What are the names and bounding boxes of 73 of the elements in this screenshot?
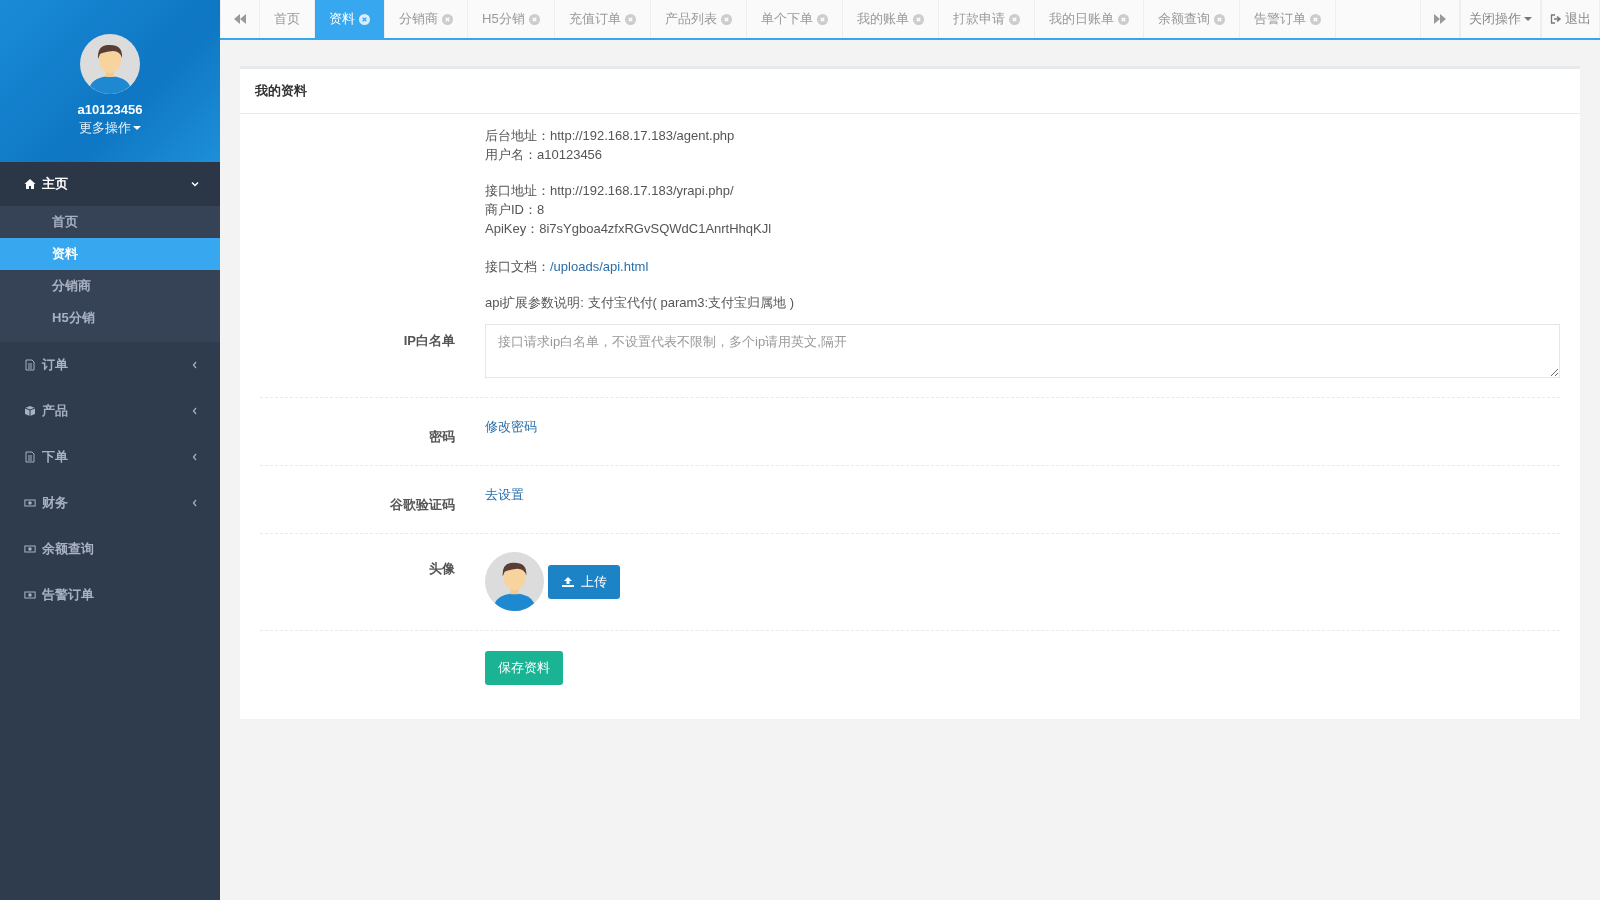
sign-out-icon	[1550, 13, 1562, 25]
document-icon	[24, 451, 36, 463]
tab[interactable]: 单个下单	[746, 0, 843, 38]
close-icon[interactable]	[528, 13, 540, 25]
field-label: IP白名单	[402, 332, 455, 350]
tab[interactable]: 余额查询	[1143, 0, 1240, 38]
tab[interactable]: 打款申请	[938, 0, 1035, 38]
tab[interactable]: 告警订单	[1239, 0, 1336, 38]
change-password-link[interactable]: 修改密码	[485, 418, 537, 436]
api-doc-link[interactable]: /uploads/api.html	[550, 257, 649, 276]
avatar-icon	[80, 34, 140, 94]
card-title: 我的资料	[240, 69, 1580, 114]
document-icon	[24, 359, 36, 371]
nav-item[interactable]: 订单	[0, 342, 220, 388]
ip-whitelist-field[interactable]: 接口请求ip白名单，不设置代表不限制，多个ip请用英文,隔开	[485, 324, 1560, 378]
close-icon[interactable]	[912, 13, 924, 25]
tab[interactable]: 分销商	[385, 0, 468, 38]
cube-icon	[24, 405, 36, 417]
nav-item[interactable]: 产品	[0, 388, 220, 434]
setup-link[interactable]: 去设置	[485, 486, 524, 504]
caret-icon	[133, 126, 141, 130]
info-line: 接口文档：/uploads/api.html	[485, 256, 649, 276]
close-icon[interactable]	[1309, 13, 1321, 25]
nav-item[interactable]: 告警订单	[0, 572, 220, 618]
scroll-right-button[interactable]	[1420, 0, 1460, 38]
more-actions-dropdown[interactable]: 更多操作	[79, 117, 141, 139]
close-icon[interactable]	[359, 13, 370, 25]
close-actions-dropdown[interactable]: 关闭操作	[1460, 0, 1541, 38]
close-icon[interactable]	[1213, 13, 1225, 25]
money-icon	[24, 589, 36, 601]
info-line: 后台地址：http://192.168.17.183/agent.php	[485, 127, 735, 145]
logout-button[interactable]: 退出	[1541, 0, 1600, 38]
tab[interactable]: 我的日账单	[1034, 0, 1144, 38]
username: a10123456	[77, 102, 143, 117]
caret-icon	[1524, 17, 1532, 21]
scroll-left-button[interactable]	[220, 0, 260, 38]
info-line: ApiKey：8i7sYgboa4zfxRGvSQWdC1AnrtHhqKJl	[485, 220, 772, 238]
close-icon[interactable]	[624, 13, 636, 25]
upload-icon	[561, 575, 575, 588]
info-line: 接口地址：http://192.168.17.183/yrapi.php/	[485, 182, 734, 200]
close-icon[interactable]	[720, 13, 732, 25]
submenu-item[interactable]: 分销商	[0, 270, 220, 302]
field-label: 谷歌验证码	[389, 496, 455, 514]
home-icon	[24, 178, 36, 190]
avatar-icon	[485, 552, 544, 611]
close-icon[interactable]	[1117, 13, 1129, 25]
info-line: 用户名：a10123456	[485, 146, 603, 164]
nav-item[interactable]: 下单	[0, 434, 220, 480]
close-icon[interactable]	[442, 13, 453, 25]
close-icon[interactable]	[1008, 13, 1020, 25]
field-label: 密码	[428, 428, 455, 446]
save-button[interactable]: 保存资料	[485, 651, 563, 685]
upload-button[interactable]: 上传	[548, 564, 620, 599]
field-label: 头像	[428, 560, 455, 578]
tab[interactable]: 充值订单	[554, 0, 651, 38]
close-icon[interactable]	[816, 13, 828, 25]
info-line: 商户ID：8	[485, 201, 545, 219]
submenu-item[interactable]: 资料	[0, 238, 220, 270]
tab[interactable]: H5分销	[468, 0, 555, 38]
chevron-down-icon	[190, 179, 200, 189]
nav-item[interactable]: 财务	[0, 480, 220, 526]
double-left-arrow-icon	[233, 13, 247, 25]
submenu-item[interactable]: H5分销	[0, 302, 220, 334]
nav-item[interactable]: 余额查询	[0, 526, 220, 572]
nav-item[interactable]: 主页	[0, 162, 220, 206]
money-icon	[24, 497, 36, 509]
double-right-arrow-icon	[1433, 13, 1447, 25]
tab[interactable]: 我的账单	[842, 0, 939, 38]
tab[interactable]: 产品列表	[650, 0, 747, 38]
info-line: api扩展参数说明: 支付宝代付( param3:支付宝归属地 )	[485, 294, 795, 312]
submenu-item[interactable]: 首页	[0, 206, 220, 238]
tab[interactable]: 资料	[315, 0, 385, 38]
money-icon	[24, 543, 36, 555]
